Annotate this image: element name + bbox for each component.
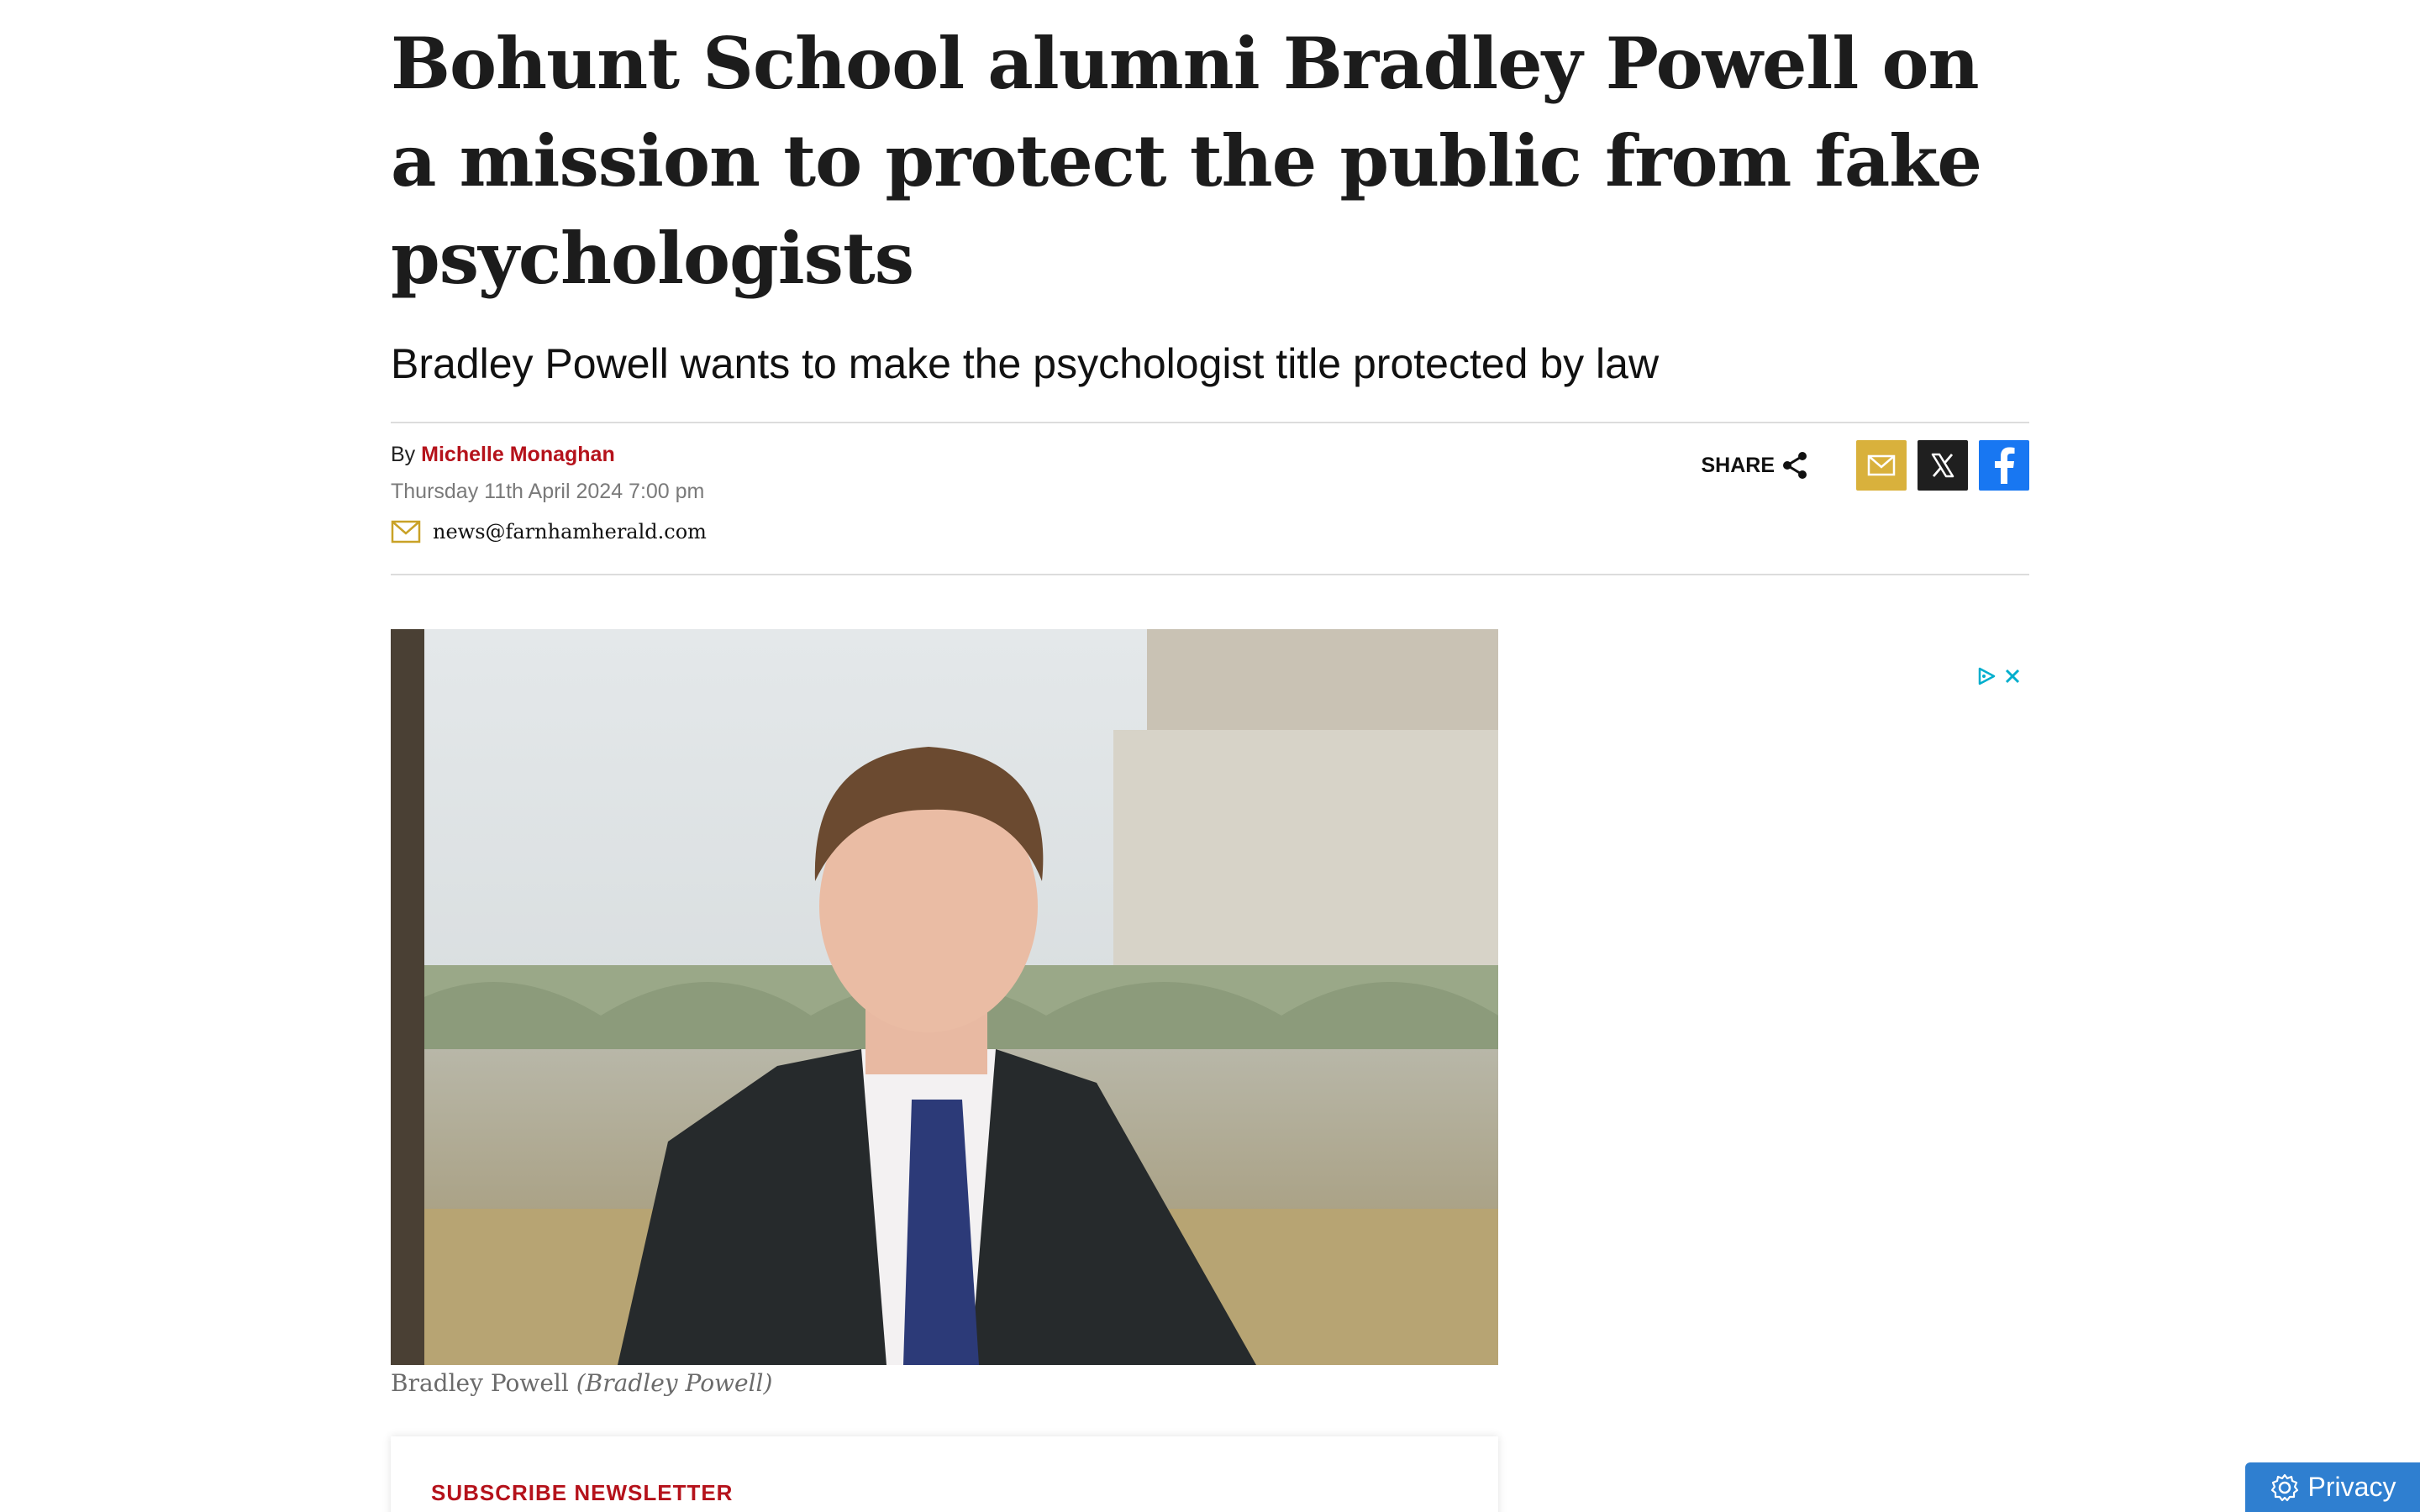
close-ad-icon[interactable]	[2003, 667, 2022, 685]
privacy-button[interactable]: Privacy	[2245, 1462, 2420, 1512]
facebook-icon	[1995, 447, 2015, 484]
caption-credit: (Bradley Powell)	[576, 1369, 773, 1397]
byline-prefix: By	[391, 443, 416, 466]
contact-email-text[interactable]: news@farnhamherald.com	[433, 520, 707, 543]
privacy-label: Privacy	[2307, 1472, 2396, 1502]
newsletter-title: SUBSCRIBE NEWSLETTER	[431, 1480, 734, 1505]
divider-top	[391, 422, 2029, 423]
share-x-button[interactable]	[1918, 440, 1968, 491]
share-label: SHARE	[1701, 450, 1810, 480]
ad-controls	[1976, 666, 2022, 686]
share-icon	[1783, 452, 1807, 479]
subheadline: Bradley Powell wants to make the psychol…	[391, 340, 1660, 387]
share-label-text: SHARE	[1701, 453, 1775, 477]
x-logo-icon	[1931, 453, 1954, 478]
publish-date: Thursday 11th April 2024 7:00 pm	[391, 480, 705, 503]
author-link[interactable]: Michelle Monaghan	[421, 443, 615, 466]
mail-icon	[1867, 454, 1896, 476]
gear-icon	[2270, 1473, 2298, 1501]
photo-caption: Bradley Powell (Bradley Powell)	[391, 1369, 772, 1397]
headline: Bohunt School alumni Bradley Powell on a…	[391, 22, 1982, 300]
contact-email[interactable]: news@farnhamherald.com	[391, 520, 707, 543]
adchoices-icon[interactable]	[1976, 666, 1996, 686]
divider-bottom	[391, 574, 2029, 575]
portrait-image	[391, 629, 1498, 1365]
caption-text: Bradley Powell	[391, 1369, 569, 1397]
envelope-icon	[391, 520, 421, 543]
share-facebook-button[interactable]	[1979, 440, 2029, 491]
article-photo	[391, 629, 1498, 1365]
byline: By Michelle Monaghan	[391, 440, 615, 469]
newsletter-box: SUBSCRIBE NEWSLETTER	[391, 1436, 1498, 1512]
share-email-button[interactable]	[1856, 440, 1907, 491]
share-bar: SHARE	[1701, 440, 2029, 491]
